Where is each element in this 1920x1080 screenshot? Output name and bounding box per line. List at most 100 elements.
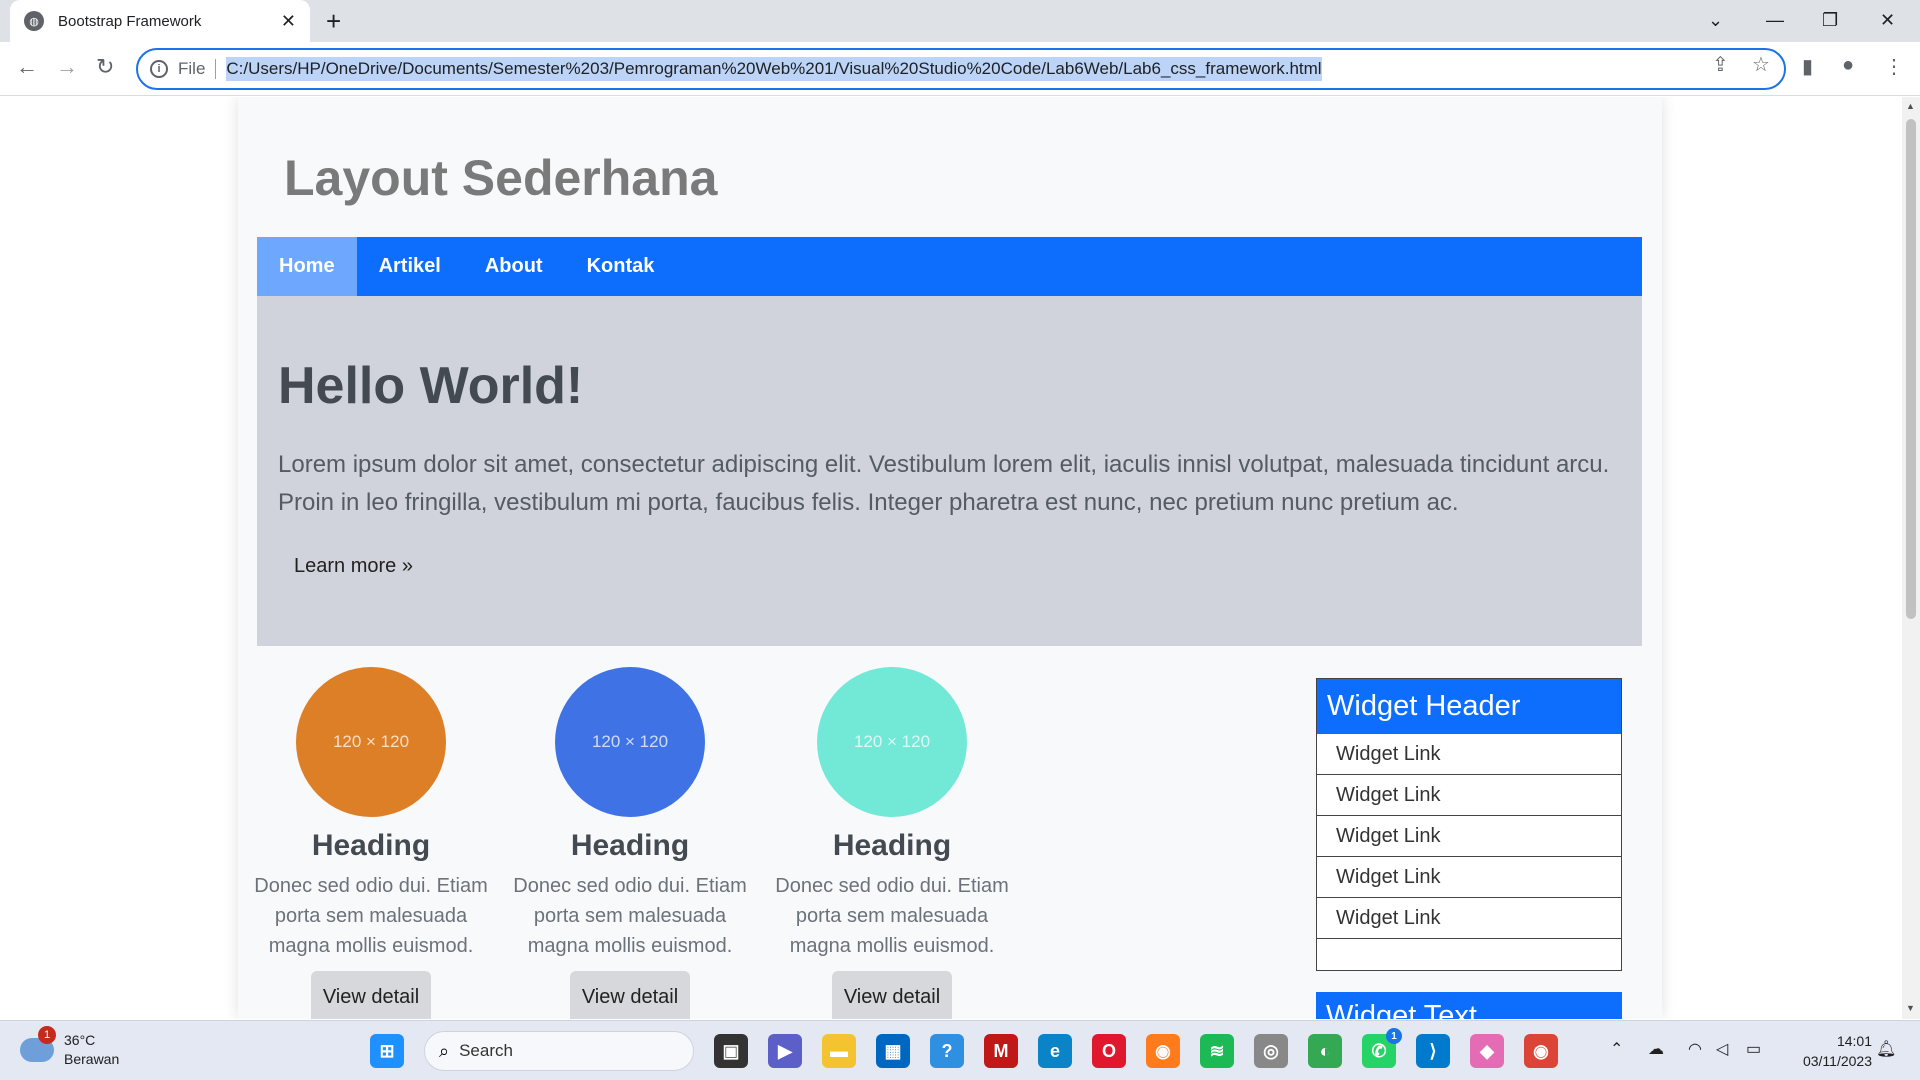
hero-jumbotron: Hello World! Lorem ipsum dolor sit amet,… — [257, 296, 1642, 646]
edge-icon[interactable]: e — [1038, 1034, 1072, 1068]
scroll-down-icon[interactable]: ▼ — [1906, 1003, 1915, 1013]
profile-icon[interactable]: ● — [1842, 54, 1854, 77]
teams-icon[interactable]: ▶ — [768, 1034, 802, 1068]
new-tab-button[interactable]: + — [326, 6, 341, 37]
placeholder-label: 120 × 120 — [591, 732, 669, 751]
browser-tab[interactable]: ◍ Bootstrap Framework ✕ — [10, 0, 310, 42]
weather-condition: Berawan — [64, 1051, 120, 1067]
back-arrow-icon[interactable]: ← — [16, 54, 38, 80]
view-detail-button[interactable]: View detail — [310, 971, 432, 1019]
feature-text: Donec sed odio dui. Etiam porta sem male… — [254, 875, 488, 957]
chrome-profile-icon[interactable]: ◐ — [1308, 1034, 1342, 1068]
windows-taskbar: 1 36°C Berawan ⊞ ⌕ Search ▣ ▶ ▬ ▦ ? M e … — [0, 1020, 1920, 1080]
nav-artikel[interactable]: Artikel — [357, 237, 463, 296]
taskbar-search[interactable]: ⌕ Search — [424, 1031, 694, 1071]
whatsapp-icon[interactable]: ✆ 1 — [1362, 1028, 1402, 1068]
site-title: Layout Sederhana — [284, 150, 718, 206]
taskbar-apps: ⊞ ⌕ Search ▣ ▶ ▬ ▦ ? M e O ◉ ≋ ◎ ◐ ✆ 1 ⟩… — [360, 1028, 1568, 1071]
file-explorer-icon[interactable]: ▬ — [822, 1034, 856, 1068]
vscode-icon[interactable]: ⟩ — [1416, 1034, 1450, 1068]
widget-link[interactable]: Widget Link — [1317, 816, 1621, 857]
feature-heading: Heading — [832, 829, 952, 862]
volume-icon[interactable]: ◁ — [1716, 1039, 1728, 1059]
feature-column-3: 120 × 120 Heading Donec sed odio dui. Et… — [772, 667, 1012, 1019]
address-bar[interactable]: i File C:/Users/HP/OneDrive/Documents/Se… — [136, 48, 1786, 90]
placeholder-label: 120 × 120 — [332, 732, 410, 751]
learn-more-button[interactable]: Learn more » — [278, 544, 429, 588]
tab-strip: ◍ Bootstrap Framework ✕ + ⌄ — ❐ ✕ — [0, 0, 1920, 42]
spotify-icon[interactable]: ≋ — [1200, 1034, 1234, 1068]
feature-text: Donec sed odio dui. Etiam porta sem male… — [775, 875, 1009, 957]
weather-widget[interactable]: 1 36°C Berawan — [20, 1026, 120, 1069]
page-viewport: Layout Sederhana Home Artikel About Kont… — [0, 97, 1902, 1019]
scroll-thumb[interactable] — [1906, 119, 1916, 619]
widget-link[interactable]: Widget Link — [1317, 734, 1621, 775]
feature-column-1: 120 × 120 Heading Donec sed odio dui. Et… — [251, 667, 491, 1019]
search-label: Search — [459, 1041, 513, 1060]
notification-bell-icon[interactable]: 🔔︎ — [1876, 1039, 1896, 1059]
cloud-icon: 1 — [20, 1026, 56, 1062]
feature-heading: Heading — [311, 829, 431, 862]
info-icon[interactable]: i — [150, 60, 168, 78]
system-clock[interactable]: 14:01 03/11/2023 — [1782, 1031, 1872, 1071]
widget-link[interactable]: Widget Link — [1317, 857, 1621, 898]
windows-start-icon[interactable]: ⊞ — [370, 1034, 404, 1068]
feature-heading: Heading — [570, 829, 690, 862]
temperature: 36°C — [64, 1032, 96, 1048]
reload-icon[interactable]: ↻ — [96, 54, 114, 80]
placeholder-image: 120 × 120 — [555, 667, 705, 817]
forward-arrow-icon[interactable]: → — [56, 54, 78, 80]
firefox-icon[interactable]: ◉ — [1146, 1034, 1180, 1068]
widget-link[interactable]: Widget Link — [1317, 898, 1621, 939]
opera-icon[interactable]: O — [1092, 1034, 1126, 1068]
task-view-icon[interactable]: ▣ — [714, 1034, 748, 1068]
whatsapp-badge: 1 — [1386, 1028, 1402, 1044]
app-diamond-icon[interactable]: ◆ — [1470, 1034, 1504, 1068]
minimize-icon[interactable]: — — [1766, 0, 1784, 40]
tab-title: Bootstrap Framework — [58, 12, 202, 30]
mcafee-icon[interactable]: M — [984, 1034, 1018, 1068]
menu-kebab-icon[interactable]: ⋮ — [1884, 54, 1904, 79]
feature-column-2: 120 × 120 Heading Donec sed odio dui. Et… — [510, 667, 750, 1019]
placeholder-label: 120 × 120 — [853, 732, 931, 751]
weather-badge: 1 — [38, 1026, 56, 1044]
browser-toolbar: ← → ↻ i File C:/Users/HP/OneDrive/Docume… — [0, 42, 1920, 96]
feature-text: Donec sed odio dui. Etiam porta sem male… — [513, 875, 747, 957]
placeholder-image: 120 × 120 — [296, 667, 446, 817]
tray-chevron-icon[interactable]: ⌃ — [1610, 1039, 1623, 1059]
view-detail-button[interactable]: View detail — [569, 971, 691, 1019]
main-nav: Home Artikel About Kontak — [257, 237, 1642, 296]
nav-about[interactable]: About — [463, 237, 565, 296]
view-detail-button[interactable]: View detail — [831, 971, 953, 1019]
app-ring-icon[interactable]: ◎ — [1254, 1034, 1288, 1068]
nav-home[interactable]: Home — [257, 237, 357, 296]
bookmark-star-icon[interactable]: ☆ — [1752, 52, 1770, 77]
vertical-scrollbar[interactable]: ▲ ▼ — [1902, 97, 1920, 1019]
widget-text-header: Widget Text — [1316, 992, 1622, 1019]
url-scheme: File — [178, 59, 217, 79]
wifi-icon[interactable]: ◠ — [1688, 1039, 1702, 1059]
widget-link[interactable]: Widget Link — [1317, 775, 1621, 816]
globe-icon: ◍ — [24, 11, 44, 31]
onedrive-icon[interactable]: ☁ — [1648, 1039, 1664, 1059]
side-panel-icon[interactable]: ▮ — [1802, 54, 1813, 79]
close-tab-icon[interactable]: ✕ — [281, 11, 296, 32]
restore-icon[interactable]: ❐ — [1822, 0, 1838, 40]
chrome-icon[interactable]: ◉ — [1524, 1034, 1558, 1068]
store-icon[interactable]: ▦ — [876, 1034, 910, 1068]
search-icon: ⌕ — [439, 1040, 450, 1061]
tips-icon[interactable]: ? — [930, 1034, 964, 1068]
clock-time: 14:01 — [1836, 1033, 1872, 1049]
nav-kontak[interactable]: Kontak — [565, 237, 677, 296]
battery-icon[interactable]: ▭ — [1746, 1039, 1761, 1059]
share-icon[interactable]: ⇪ — [1712, 52, 1729, 77]
hero-text: Lorem ipsum dolor sit amet, consectetur … — [278, 451, 1610, 516]
url-text[interactable]: C:/Users/HP/OneDrive/Documents/Semester%… — [226, 57, 1322, 81]
window-close-icon[interactable]: ✕ — [1880, 0, 1895, 40]
widget-header: Widget Header — [1317, 679, 1621, 734]
widget-box: Widget Header Widget Link Widget Link Wi… — [1316, 678, 1622, 971]
clock-date: 03/11/2023 — [1802, 1053, 1872, 1069]
tab-search-icon[interactable]: ⌄ — [1708, 0, 1723, 40]
scroll-up-icon[interactable]: ▲ — [1906, 101, 1915, 111]
placeholder-image: 120 × 120 — [817, 667, 967, 817]
